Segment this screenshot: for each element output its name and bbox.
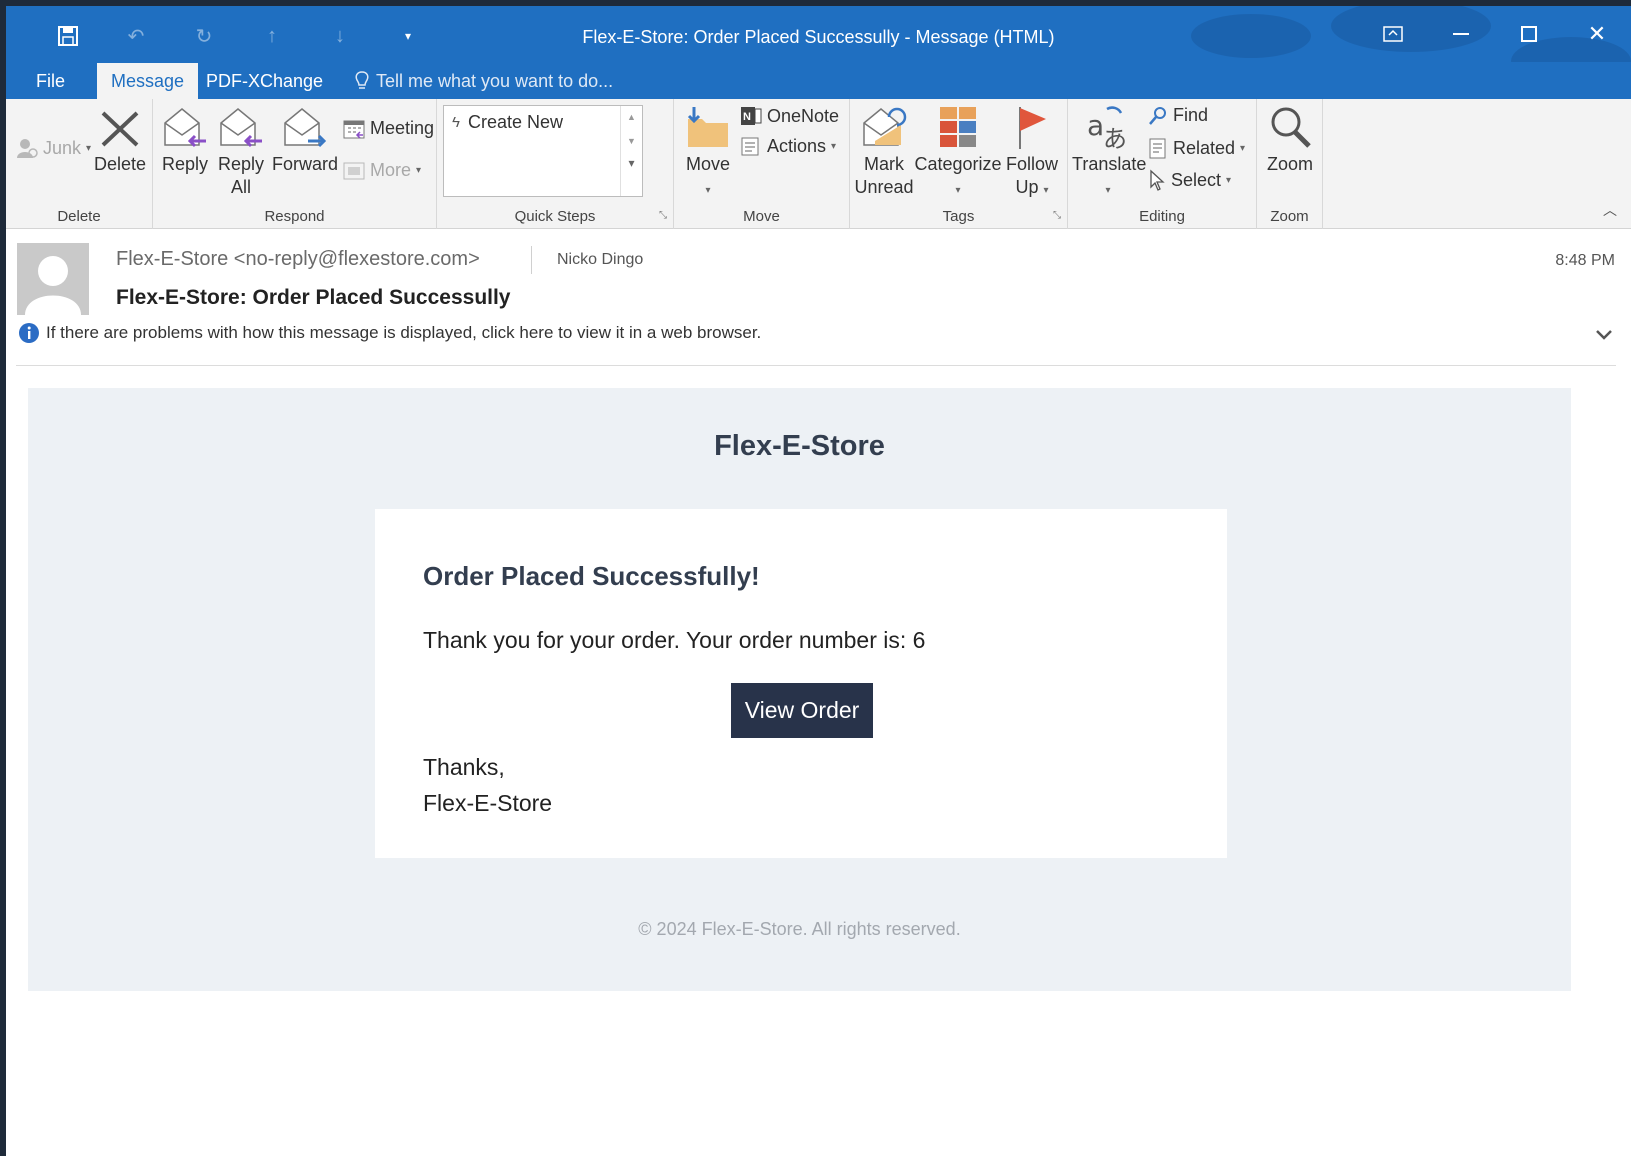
tags-group-label: Tags bbox=[942, 208, 975, 225]
move-group: Move ▾ N OneNote Actions ▾ Move bbox=[674, 99, 850, 229]
sent-time: 8:48 PM bbox=[1555, 252, 1615, 269]
zoom-button[interactable]: Zoom bbox=[1261, 105, 1319, 176]
collapse-ribbon-icon[interactable]: ︿ bbox=[1603, 200, 1617, 220]
expand-header-icon[interactable] bbox=[1595, 328, 1613, 346]
forward-icon bbox=[284, 108, 327, 148]
tab-message[interactable]: Message bbox=[97, 63, 199, 99]
maximize-icon[interactable] bbox=[1495, 14, 1563, 54]
copyright-footer: © 2024 Flex-E-Store. All rights reserved… bbox=[638, 919, 961, 939]
translate-icon: aあ bbox=[1087, 106, 1127, 149]
quick-steps-gallery[interactable]: ϟ Create New ▲ ▼ ▾ bbox=[443, 105, 643, 197]
message-header: Flex-E-Store <no-reply@flexestore.com> N… bbox=[6, 230, 1631, 366]
reply-all-button[interactable]: Reply All bbox=[215, 105, 267, 199]
email-brand: Flex-E-Store bbox=[714, 430, 885, 462]
junk-icon bbox=[17, 139, 38, 158]
title-bar: ↶ ↻ ↑ ↓ ▾ Flex-E-Store: Order Placed Suc… bbox=[6, 6, 1631, 90]
svg-text:a: a bbox=[1087, 109, 1104, 142]
categorize-icon bbox=[940, 107, 976, 147]
svg-text:N: N bbox=[743, 111, 751, 123]
respond-group-label: Respond bbox=[264, 208, 325, 225]
delete-group: Junk ▾ Delete Delete bbox=[6, 99, 153, 229]
cursor-icon bbox=[1150, 169, 1165, 191]
delete-group-label: Delete bbox=[57, 208, 101, 225]
email-message: Thank you for your order. Your order num… bbox=[423, 627, 926, 653]
info-text: If there are problems with how this mess… bbox=[46, 323, 762, 342]
reply-icon bbox=[164, 108, 206, 148]
meeting-button[interactable]: Meeting bbox=[343, 118, 434, 139]
thanks-text: Thanks, bbox=[423, 754, 505, 780]
signature-text: Flex-E-Store bbox=[423, 790, 553, 816]
email-heading: Order Placed Successfully! bbox=[423, 561, 760, 591]
reply-button[interactable]: Reply bbox=[159, 105, 211, 176]
onenote-icon: N bbox=[741, 107, 762, 125]
info-icon bbox=[19, 323, 39, 343]
meeting-icon bbox=[343, 120, 365, 139]
gallery-scrollbar[interactable]: ▲ ▼ ▾ bbox=[620, 106, 642, 196]
zoom-icon bbox=[1271, 107, 1311, 148]
tell-me-text: Tell me what you want to do... bbox=[376, 71, 614, 91]
categorize-button[interactable]: Categorize ▾ bbox=[914, 105, 1002, 202]
svg-text:あ: あ bbox=[1103, 125, 1127, 149]
close-icon[interactable]: ✕ bbox=[1563, 14, 1631, 54]
follow-up-button[interactable]: Follow Up ▾ bbox=[1002, 105, 1062, 202]
ribbon-tabs: File Message PDF-XChange Tell me what yo… bbox=[6, 62, 1631, 99]
lightning-icon: ϟ bbox=[452, 114, 460, 131]
window-controls: ✕ bbox=[1359, 14, 1631, 54]
view-order-button[interactable]: View Order bbox=[731, 683, 873, 738]
info-bar[interactable]: If there are problems with how this mess… bbox=[18, 322, 761, 344]
dialog-launcher-icon[interactable]: ⤡ bbox=[659, 210, 667, 221]
more-respond-button[interactable]: More ▾ bbox=[343, 160, 421, 181]
editing-group-label: Editing bbox=[1139, 208, 1185, 225]
delete-button[interactable]: Delete bbox=[92, 109, 148, 176]
move-folder-icon bbox=[687, 107, 728, 147]
header-separator bbox=[531, 246, 532, 274]
ribbon: Junk ▾ Delete Delete Reply Reply All Forw… bbox=[6, 99, 1631, 229]
avatar bbox=[17, 243, 89, 315]
create-new-quick-step[interactable]: ϟ Create New bbox=[452, 112, 563, 133]
editing-group: aあ Translate ▾ Find Related ▾ Select ▾ Edit… bbox=[1068, 99, 1257, 229]
quick-steps-group-label: Quick Steps bbox=[514, 208, 596, 225]
tags-dialog-launcher-icon[interactable]: ⤡ bbox=[1053, 210, 1061, 221]
move-button[interactable]: Move ▾ bbox=[680, 105, 736, 202]
sender[interactable]: Flex-E-Store <no-reply@flexestore.com> bbox=[116, 248, 480, 271]
delete-x-icon bbox=[101, 111, 139, 147]
related-button[interactable]: Related ▾ bbox=[1148, 137, 1245, 159]
related-icon bbox=[1149, 138, 1166, 159]
recipient[interactable]: Nicko Dingo bbox=[557, 251, 643, 269]
reply-all-icon bbox=[220, 108, 262, 148]
email-body: Flex-E-Store Order Placed Successfully! … bbox=[28, 388, 1571, 991]
find-icon bbox=[1149, 106, 1166, 125]
more-icon bbox=[343, 162, 365, 179]
quick-steps-group: ϟ Create New ▲ ▼ ▾ Quick Steps ⤡ bbox=[437, 99, 674, 229]
message-subject: Flex-E-Store: Order Placed Successully bbox=[116, 286, 511, 309]
tab-pdf-xchange[interactable]: PDF-XChange bbox=[192, 63, 337, 99]
tell-me-search[interactable]: Tell me what you want to do... bbox=[354, 63, 613, 99]
tab-file[interactable]: File bbox=[22, 63, 79, 99]
flag-icon bbox=[1019, 107, 1046, 149]
header-divider bbox=[16, 365, 1616, 366]
mark-unread-button[interactable]: Mark Unread bbox=[854, 105, 914, 199]
zoom-group: Zoom Zoom bbox=[1257, 99, 1323, 229]
zoom-group-label: Zoom bbox=[1270, 208, 1309, 225]
respond-group: Reply Reply All Forward Meeting More ▾ Re… bbox=[153, 99, 437, 229]
onenote-button[interactable]: N OneNote bbox=[740, 105, 839, 127]
move-group-label: Move bbox=[743, 208, 780, 225]
tags-group: Mark Unread Categorize ▾ Follow Up ▾ Tags… bbox=[850, 99, 1068, 229]
email-closing: Thanks, Flex-E-Store bbox=[423, 749, 552, 821]
select-button[interactable]: Select ▾ bbox=[1148, 169, 1231, 191]
find-button[interactable]: Find bbox=[1148, 105, 1208, 126]
forward-button[interactable]: Forward bbox=[271, 105, 339, 176]
lightbulb-icon bbox=[355, 71, 369, 89]
email-card: Order Placed Successfully! Thank you for… bbox=[375, 509, 1227, 858]
minimize-icon[interactable] bbox=[1427, 14, 1495, 54]
actions-icon bbox=[741, 137, 759, 156]
junk-button[interactable]: Junk ▾ bbox=[16, 137, 91, 159]
outlook-message-window: ↶ ↻ ↑ ↓ ▾ Flex-E-Store: Order Placed Suc… bbox=[6, 6, 1631, 1156]
mark-unread-icon bbox=[863, 107, 907, 146]
actions-button[interactable]: Actions ▾ bbox=[740, 135, 836, 157]
ribbon-display-options-icon[interactable] bbox=[1359, 14, 1427, 54]
translate-button[interactable]: aあ Translate ▾ bbox=[1072, 105, 1146, 202]
